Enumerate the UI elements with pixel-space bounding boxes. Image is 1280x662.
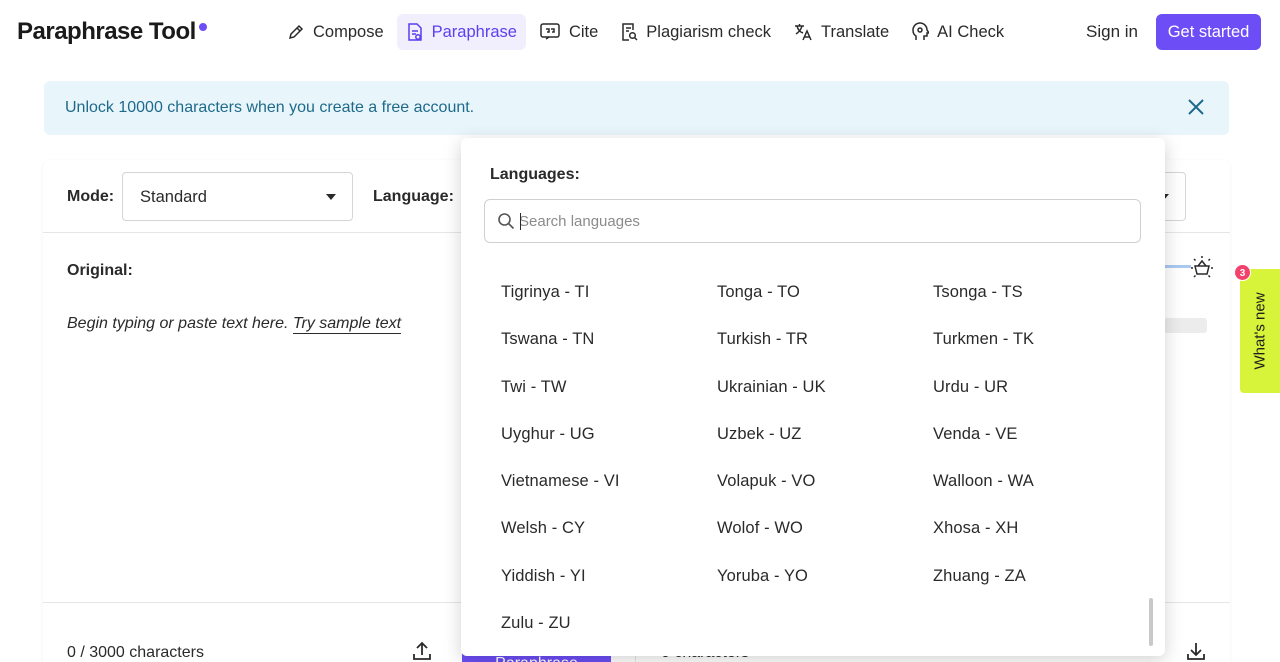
- language-label: Language:: [373, 188, 454, 205]
- nav-paraphrase[interactable]: Paraphrase: [396, 14, 526, 50]
- language-option[interactable]: Uzbek - UZ: [717, 423, 933, 470]
- language-option[interactable]: Xhosa - XH: [933, 517, 1141, 564]
- language-option[interactable]: Welsh - CY: [501, 517, 717, 564]
- logo-text: Paraphrase Tool: [17, 18, 196, 45]
- text-cursor: [520, 213, 521, 230]
- scrollbar-thumb[interactable]: [1149, 598, 1153, 646]
- language-option[interactable]: Zhuang - ZA: [933, 565, 1141, 612]
- mode-select[interactable]: Standard: [122, 172, 353, 221]
- ai-brain-icon: [912, 22, 930, 40]
- logo[interactable]: Paraphrase Tool: [17, 18, 207, 46]
- nav-compose[interactable]: Compose: [278, 14, 393, 50]
- nav-plagiarism-label: Plagiarism check: [646, 22, 771, 41]
- language-option[interactable]: Tswana - TN: [501, 328, 717, 375]
- language-option[interactable]: Volapuk - VO: [717, 470, 933, 517]
- nav-cite[interactable]: Cite: [530, 14, 607, 50]
- language-option[interactable]: Wolof - WO: [717, 517, 933, 564]
- language-dropdown: Languages: Tigrinya - TITonga - TOTsonga…: [461, 138, 1165, 656]
- nav-plagiarism[interactable]: Plagiarism check: [611, 14, 780, 50]
- plagiarism-search-icon: [622, 23, 638, 41]
- input-placeholder[interactable]: Begin typing or paste text here. Try sam…: [67, 315, 402, 334]
- original-label: Original:: [67, 262, 133, 279]
- signup-banner: Unlock 10000 characters when you create …: [44, 81, 1229, 135]
- character-count: 0 / 3000 characters: [67, 644, 204, 661]
- nav-paraphrase-label: Paraphrase: [431, 22, 517, 41]
- dropdown-title: Languages:: [490, 166, 580, 183]
- paraphrase-doc-icon: [407, 23, 422, 41]
- logo-dot: [198, 23, 207, 31]
- language-option[interactable]: Zulu - ZU: [501, 612, 717, 656]
- language-search[interactable]: [484, 199, 1141, 243]
- header: Paraphrase Tool Compose Paraphrase Cite …: [0, 0, 1280, 64]
- language-list: Tigrinya - TI Tonga - TO Tsonga - TS Tswana…: [501, 281, 1141, 656]
- chevron-down-icon: [326, 194, 336, 200]
- whats-new-tab[interactable]: What's new: [1240, 269, 1280, 393]
- try-sample-link[interactable]: Try sample text: [292, 315, 402, 334]
- nav-translate-label: Translate: [821, 22, 890, 41]
- banner-text: Unlock 10000 characters when you create …: [65, 99, 475, 116]
- pencil-icon: [288, 24, 304, 40]
- notification-badge: 3: [1234, 264, 1251, 281]
- placeholder-text: Begin typing or paste text here.: [67, 315, 289, 332]
- skeleton-bar: [1163, 318, 1207, 333]
- nav-cite-label: Cite: [568, 22, 599, 41]
- nav-compose-label: Compose: [313, 22, 384, 41]
- divider-line: [1161, 265, 1191, 268]
- mode-value: Standard: [140, 188, 207, 206]
- nav-ai-check[interactable]: AI Check: [902, 14, 1013, 50]
- nav-ai-check-label: AI Check: [937, 22, 1005, 41]
- cite-quote-icon: [540, 23, 560, 40]
- language-option[interactable]: Uyghur - UG: [501, 423, 717, 470]
- main-nav: Compose Paraphrase Cite Plagiarism check…: [278, 14, 1013, 50]
- whats-new-label: What's new: [1251, 292, 1269, 370]
- language-option[interactable]: Walloon - WA: [933, 470, 1141, 517]
- language-option[interactable]: Yiddish - YI: [501, 565, 717, 612]
- get-started-button[interactable]: Get started: [1156, 14, 1261, 50]
- language-option[interactable]: Turkish - TR: [717, 328, 933, 375]
- download-icon[interactable]: [1185, 640, 1207, 662]
- language-option[interactable]: Twi - TW: [501, 376, 717, 423]
- language-option[interactable]: Tonga - TO: [717, 281, 933, 328]
- search-icon: [498, 213, 515, 230]
- mode-label: Mode:: [67, 188, 115, 205]
- language-option[interactable]: Urdu - UR: [933, 376, 1141, 423]
- language-option[interactable]: Turkmen - TK: [933, 328, 1141, 375]
- language-option[interactable]: Yoruba - YO: [717, 565, 933, 612]
- language-option[interactable]: Tsonga - TS: [933, 281, 1141, 328]
- search-input[interactable]: [519, 200, 1119, 242]
- language-option[interactable]: Ukrainian - UK: [717, 376, 933, 423]
- close-icon[interactable]: [1187, 98, 1205, 116]
- translate-icon: [795, 24, 812, 41]
- language-option[interactable]: Venda - VE: [933, 423, 1141, 470]
- language-option[interactable]: Tigrinya - TI: [501, 281, 717, 328]
- language-option[interactable]: Vietnamese - VI: [501, 470, 717, 517]
- basket-icon[interactable]: [1189, 255, 1215, 281]
- nav-translate[interactable]: Translate: [784, 14, 898, 50]
- sign-in-link[interactable]: Sign in: [1086, 22, 1138, 42]
- upload-icon[interactable]: [411, 640, 433, 662]
